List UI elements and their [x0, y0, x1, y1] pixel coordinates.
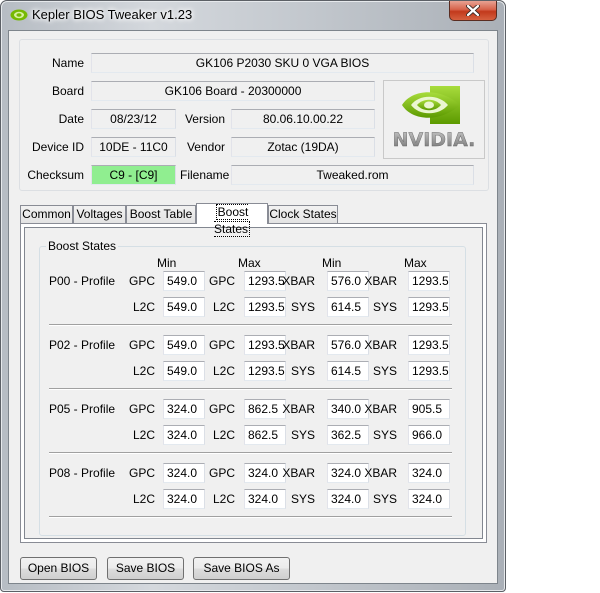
clock-value-input[interactable]: 324.0: [408, 463, 450, 483]
clock-domain-label: SYS: [290, 364, 315, 378]
nvidia-wordmark: NVIDIA.: [393, 129, 476, 151]
clock-domain-label: L2C: [132, 300, 155, 314]
clock-domain-label: XBAR: [364, 402, 397, 416]
column-header-max: Max: [238, 256, 261, 270]
open-bios-button[interactable]: Open BIOS: [20, 557, 97, 580]
vendor-field[interactable]: Zotac (19DA): [231, 137, 375, 157]
clock-domain-label: GPC: [208, 466, 235, 480]
date-label: Date: [58, 112, 84, 126]
profile-label: P08 - Profile: [49, 466, 116, 480]
clock-domain-label: XBAR: [282, 402, 315, 416]
clock-domain-label: GPC: [128, 466, 155, 480]
clock-domain-label: SYS: [290, 492, 315, 506]
clock-value-input[interactable]: 1293.5: [408, 335, 450, 355]
profile-separator: [49, 516, 452, 518]
clock-domain-label: SYS: [372, 300, 397, 314]
clock-domain-label: XBAR: [282, 338, 315, 352]
clock-domain-label: GPC: [128, 402, 155, 416]
version-field[interactable]: 80.06.10.00.22: [231, 109, 375, 129]
profile-separator: [49, 388, 452, 390]
device-id-label: Device ID: [31, 140, 84, 154]
date-field[interactable]: 08/23/12: [91, 109, 176, 129]
clock-domain-label: SYS: [290, 428, 315, 442]
clock-domain-label: GPC: [128, 274, 155, 288]
clock-domain-label: XBAR: [364, 274, 397, 288]
app-window: Kepler BIOS Tweaker v1.23 Name GK106 P20…: [0, 0, 506, 592]
clock-domain-label: GPC: [128, 338, 155, 352]
clock-domain-label: L2C: [212, 492, 235, 506]
tab-page-boost-states: Boost States Min Max Min Max P00 - Profi…: [20, 223, 487, 543]
clock-domain-label: XBAR: [282, 466, 315, 480]
filename-field[interactable]: Tweaked.rom: [231, 165, 474, 185]
tab-common[interactable]: Common: [20, 205, 73, 223]
save-bios-button[interactable]: Save BIOS: [107, 557, 184, 580]
window-title: Kepler BIOS Tweaker v1.23: [32, 7, 193, 22]
tab-voltages[interactable]: Voltages: [73, 205, 126, 223]
clock-domain-label: XBAR: [364, 338, 397, 352]
column-header-min: Min: [157, 256, 177, 270]
tab-boost-states[interactable]: Boost States: [196, 203, 268, 237]
name-field[interactable]: GK106 P2030 SKU 0 VGA BIOS: [91, 53, 474, 73]
nvidia-logo: NVIDIA.: [383, 80, 485, 159]
column-header-max: Max: [404, 256, 427, 270]
clock-domain-label: XBAR: [282, 274, 315, 288]
name-label: Name: [51, 56, 84, 70]
clock-domain-label: GPC: [208, 402, 235, 416]
clock-value-input[interactable]: 1293.5: [408, 297, 450, 317]
clock-domain-label: L2C: [132, 428, 155, 442]
clock-domain-label: L2C: [212, 300, 235, 314]
close-button[interactable]: [449, 1, 497, 21]
clock-domain-label: L2C: [132, 492, 155, 506]
clock-domain-label: SYS: [372, 428, 397, 442]
tab-clock-states[interactable]: Clock States: [268, 205, 338, 223]
version-label: Version: [184, 112, 225, 126]
client-area: Name GK106 P2030 SKU 0 VGA BIOS Board GK…: [8, 30, 498, 584]
nvidia-eye-icon: [10, 9, 28, 21]
clock-domain-label: L2C: [212, 428, 235, 442]
checksum-field[interactable]: C9 - [C9]: [91, 165, 176, 185]
title-bar[interactable]: Kepler BIOS Tweaker v1.23: [0, 0, 506, 30]
vendor-label: Vendor: [186, 140, 225, 154]
clock-domain-label: SYS: [372, 492, 397, 506]
column-header-min: Min: [322, 256, 342, 270]
filename-label: Filename: [180, 168, 230, 182]
clock-value-input[interactable]: 966.0: [408, 425, 450, 445]
board-label: Board: [51, 84, 84, 98]
clock-value-input[interactable]: 1293.5: [408, 361, 450, 381]
clock-value-input[interactable]: 905.5: [408, 399, 450, 419]
clock-domain-label: SYS: [290, 300, 315, 314]
clock-domain-label: GPC: [208, 274, 235, 288]
tab-content: Boost States Min Max Min Max P00 - Profi…: [24, 227, 483, 539]
clock-domain-label: SYS: [372, 364, 397, 378]
clock-domain-label: L2C: [212, 364, 235, 378]
clock-domain-label: L2C: [132, 364, 155, 378]
close-x-icon: [466, 5, 480, 16]
clock-domain-label: XBAR: [364, 466, 397, 480]
profile-separator: [49, 324, 452, 326]
clock-value-input[interactable]: 1293.5: [408, 271, 450, 291]
profile-label: P00 - Profile: [49, 274, 116, 288]
nvidia-logo-icon: NVIDIA.: [392, 86, 476, 151]
profile-label: P05 - Profile: [49, 402, 116, 416]
clock-domain-label: GPC: [208, 338, 235, 352]
clock-value-input[interactable]: 324.0: [408, 489, 450, 509]
board-field[interactable]: GK106 Board - 20300000: [91, 81, 375, 101]
profile-separator: [49, 452, 452, 454]
checksum-label: Checksum: [27, 168, 84, 182]
device-id-field[interactable]: 10DE - 11C0: [91, 137, 176, 157]
save-bios-as-button[interactable]: Save BIOS As: [193, 557, 290, 580]
group-title: Boost States: [46, 239, 119, 253]
boost-states-group: Boost States Min Max Min Max P00 - Profi…: [39, 239, 466, 536]
bios-info-panel: Name GK106 P2030 SKU 0 VGA BIOS Board GK…: [19, 39, 489, 191]
profile-label: P02 - Profile: [49, 338, 116, 352]
tab-boost-table[interactable]: Boost Table: [126, 205, 196, 223]
